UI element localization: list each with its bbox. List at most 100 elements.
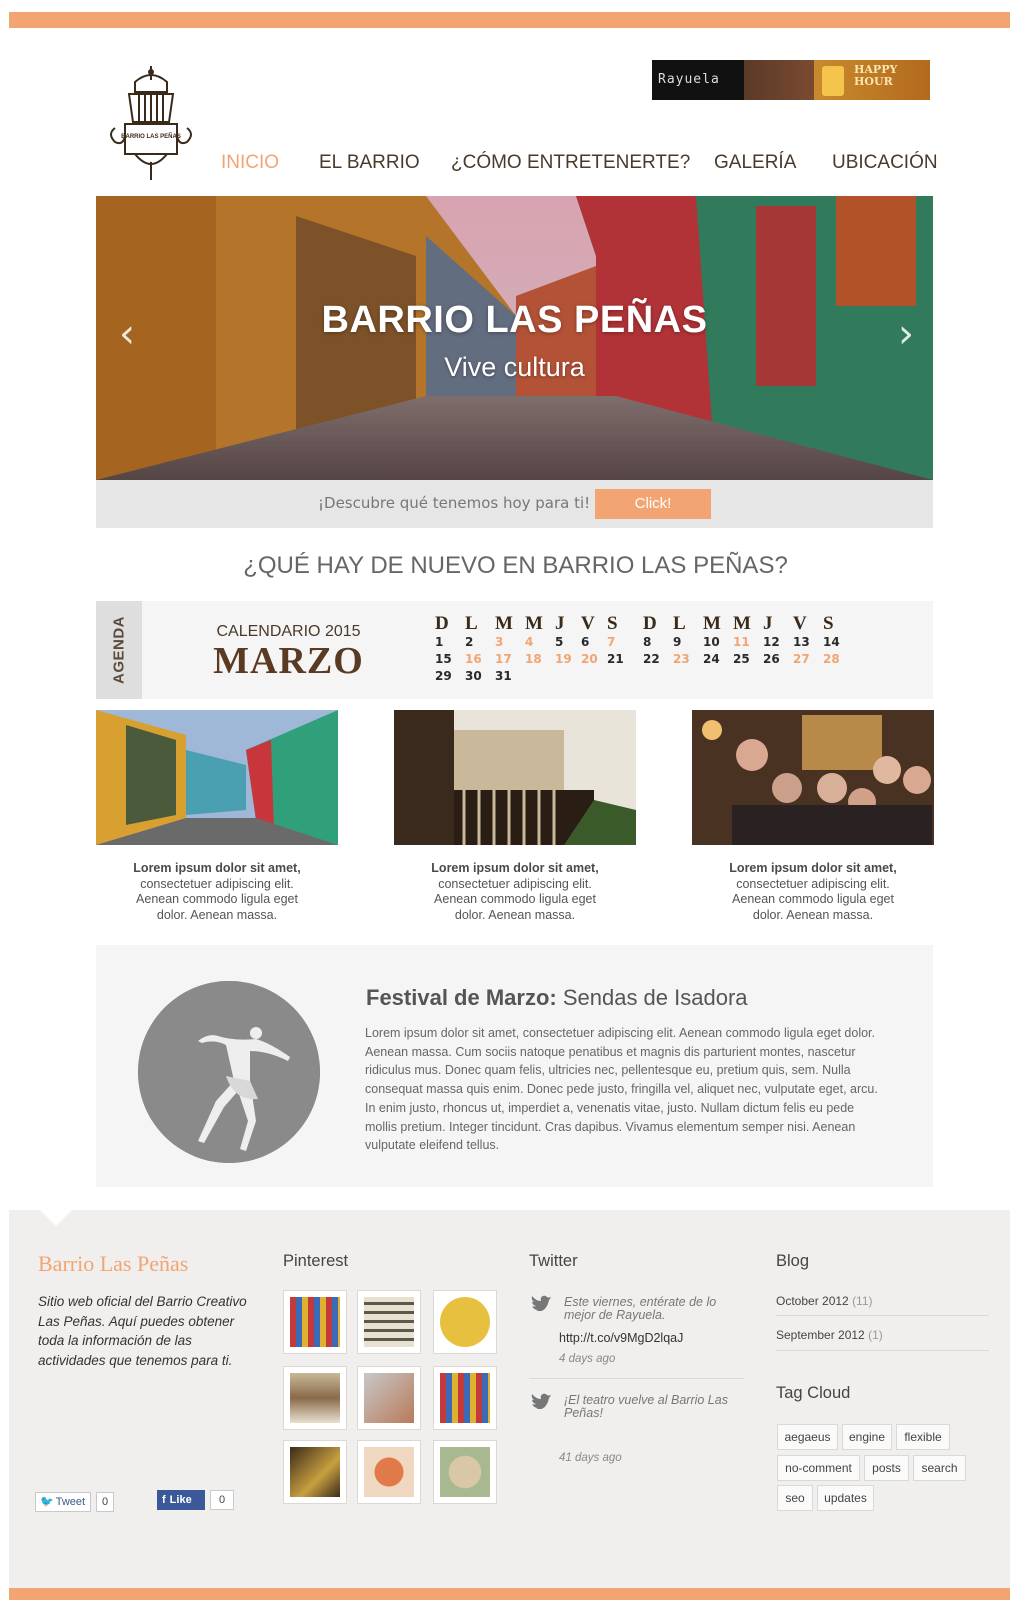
calendar-weekday: M [525,613,543,634]
calendar-day[interactable]: 24 [703,652,720,666]
footer-brand: Barrio Las Peñas [38,1251,189,1276]
calendar-day[interactable]: 31 [495,669,512,683]
calendar-weekday: S [607,613,618,634]
calendar-day[interactable]: 23 [673,652,690,666]
calendar-weekday: V [793,613,807,634]
calendar-weekday: V [581,613,595,634]
calendar-day[interactable]: 11 [733,635,750,649]
calendar-day[interactable]: 1 [435,635,443,649]
blog-divider [776,1350,989,1351]
nav-item-galeria[interactable]: GALERÍA [714,152,796,176]
like-button[interactable]: f Like [157,1490,205,1510]
calendar-weekday: D [435,613,449,634]
beer-icon [822,66,844,96]
tag-search[interactable]: search [913,1455,966,1481]
twitter-bird-icon: 🐦 [40,1496,54,1508]
card-image-people[interactable] [692,710,934,845]
pin-thumbnail[interactable] [357,1366,421,1430]
discover-bar: ¡Descubre qué tenemos hoy para ti! Click… [96,480,933,528]
calendar-day[interactable]: 13 [793,635,810,649]
tag-no-comment[interactable]: no-comment [777,1455,860,1481]
card-image-street[interactable] [96,710,338,845]
calendar-day[interactable]: 10 [703,635,720,649]
tag-cloud-heading: Tag Cloud [776,1384,851,1402]
like-count: 0 [210,1490,234,1510]
calendar-weekday: S [823,613,834,634]
calendar-day[interactable]: 16 [465,652,482,666]
calendar-day[interactable]: 7 [607,635,615,649]
tweet-2-text: ¡El teatro vuelve al Barrio Las Peñas! [564,1393,728,1420]
top-accent-bar [9,12,1010,28]
click-button[interactable]: Click! [595,489,711,519]
hero-title: BARRIO LAS PEÑAS [321,299,708,341]
footer-notch [38,1208,74,1226]
calendar-day[interactable]: 29 [435,669,452,683]
pin-thumbnail[interactable] [283,1366,347,1430]
pin-thumbnail[interactable] [357,1440,421,1504]
hero-subtitle: Vive cultura [444,352,585,382]
calendar-day[interactable]: 30 [465,669,482,683]
pin-thumbnail[interactable] [433,1366,497,1430]
tweet-1-link[interactable]: http://t.co/v9MgD2lqaJ [559,1331,683,1345]
calendar-day[interactable]: 22 [643,652,660,666]
card-caption-1: Lorem ipsum dolor sit amet, consectetuer… [133,861,301,922]
tag-engine[interactable]: engine [842,1424,892,1450]
dancer-photo[interactable] [138,981,320,1163]
rayuela-ad-banner[interactable]: Rayuela HAPPY HOUR [652,60,930,100]
blog-archive-link[interactable]: September 2012 (1) [776,1328,883,1342]
nav-item-inicio[interactable]: INICIO [221,152,279,176]
tag-seo[interactable]: seo [777,1485,813,1511]
calendar-day[interactable]: 21 [607,652,624,666]
calendar-day[interactable]: 6 [581,635,589,649]
calendar-day[interactable]: 9 [673,635,681,649]
calendar-day[interactable]: 8 [643,635,651,649]
agenda-tab[interactable]: AGENDA [96,601,142,699]
calendar-weekday: L [465,613,478,634]
card-caption-3: Lorem ipsum dolor sit amet, consectetuer… [729,861,897,922]
calendar-day[interactable]: 5 [555,635,563,649]
barrio-las-penas-logo[interactable]: BARRIO LAS PEÑAS [105,62,197,184]
slider-prev-arrow-icon[interactable]: ‹ [112,314,142,354]
twitter-heading: Twitter [529,1252,578,1270]
pin-thumbnail[interactable] [283,1290,347,1354]
calendar-day[interactable]: 15 [435,652,452,666]
pin-thumbnail[interactable] [357,1290,421,1354]
calendar-day[interactable]: 28 [823,652,840,666]
tag-updates[interactable]: updates [817,1485,874,1511]
calendar-month: MARZO [213,640,364,682]
calendar-day[interactable]: 25 [733,652,750,666]
pinterest-heading: Pinterest [283,1252,349,1270]
calendar-day[interactable]: 2 [465,635,473,649]
calendar-day[interactable]: 26 [763,652,780,666]
festival-feature: Festival de Marzo: Sendas de Isadora Lor… [96,945,933,1187]
blog-divider [776,1315,989,1316]
calendar-weekday: M [703,613,721,634]
pin-thumbnail[interactable] [433,1290,497,1354]
pin-thumbnail[interactable] [283,1440,347,1504]
calendar-day[interactable]: 12 [763,635,780,649]
nav-item-como-entretenerte[interactable]: ¿CÓMO ENTRETENERTE? [451,152,690,176]
tweet-button[interactable]: 🐦 Tweet [35,1492,91,1512]
calendar-day[interactable]: 4 [525,635,533,649]
calendar-day[interactable]: 14 [823,635,840,649]
calendar-day[interactable]: 27 [793,652,810,666]
calendar-weekday: L [673,613,686,634]
hero-slider[interactable]: BARRIO LAS PEÑAS Vive cultura ‹ › [96,196,933,480]
card-image-balcony[interactable] [394,710,636,845]
calendar-day[interactable]: 19 [555,652,572,666]
calendar-day[interactable]: 3 [495,635,503,649]
calendar-day[interactable]: 18 [525,652,542,666]
facebook-icon: f [162,1494,166,1506]
pin-thumbnail[interactable] [433,1440,497,1504]
nav-item-el-barrio[interactable]: EL BARRIO [319,152,420,176]
blog-archive-link[interactable]: October 2012 (11) [776,1294,873,1308]
calendar-weekday: J [555,613,565,634]
calendar-day[interactable]: 20 [581,652,598,666]
tag-aegaeus[interactable]: aegaeus [777,1424,838,1450]
bottom-accent-bar [9,1588,1010,1600]
slider-next-arrow-icon[interactable]: › [891,314,921,354]
calendar-day[interactable]: 17 [495,652,512,666]
tag-flexible[interactable]: flexible [896,1424,950,1450]
tag-posts[interactable]: posts [864,1455,909,1481]
nav-item-ubicacion[interactable]: UBICACIÓN [832,152,938,176]
